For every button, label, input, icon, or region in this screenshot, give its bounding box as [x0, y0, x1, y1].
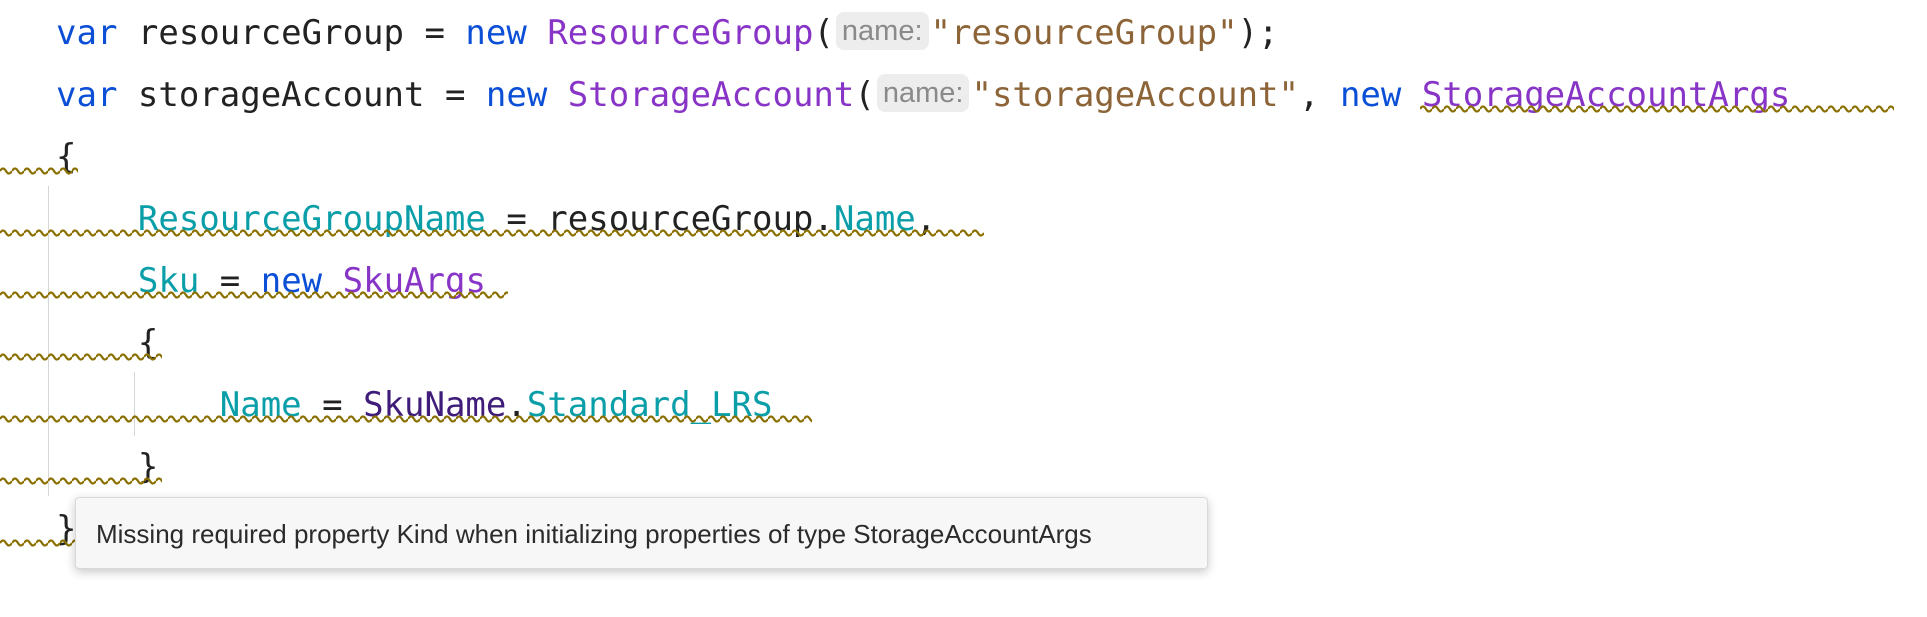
code-line[interactable]: {	[56, 312, 158, 374]
code-line[interactable]: {	[56, 126, 76, 188]
code-text-token: );	[1237, 13, 1279, 53]
code-text-token: (	[854, 75, 875, 115]
keyword-token: new	[465, 13, 527, 53]
warning-squiggle	[0, 414, 812, 424]
warning-squiggle	[0, 228, 984, 238]
warning-squiggle	[0, 166, 78, 176]
warning-squiggle	[0, 290, 508, 300]
code-line[interactable]: var resourceGroup = new ResourceGroup(na…	[56, 2, 1279, 64]
code-text-token: (	[813, 13, 834, 53]
warning-squiggle	[1420, 104, 1894, 114]
keyword-token: var	[56, 13, 118, 53]
keyword-token: var	[56, 75, 118, 115]
keyword-token: new	[485, 75, 548, 115]
code-line[interactable]: }	[56, 498, 76, 560]
code-text-token: resourceGroup =	[117, 13, 466, 53]
warning-squiggle	[0, 476, 162, 486]
code-text-token: storageAccount =	[117, 75, 486, 115]
class-name-token: ResourceGroup	[547, 13, 814, 53]
tooltip-message: Missing required property Kind when init…	[96, 519, 1092, 549]
warning-squiggle	[0, 352, 162, 362]
indent-guide	[134, 372, 135, 436]
keyword-token: new	[1339, 75, 1402, 115]
string-literal-token: "resourceGroup"	[930, 13, 1238, 53]
code-line[interactable]: ResourceGroupName = resourceGroup.Name,	[56, 188, 936, 250]
code-line[interactable]: }	[56, 436, 158, 498]
code-text-token: ,	[1298, 75, 1340, 115]
warning-tooltip: Missing required property Kind when init…	[75, 497, 1208, 569]
parameter-hint: name:	[835, 12, 929, 50]
code-line[interactable]: Name = SkuName.Standard_LRS	[56, 374, 773, 436]
parameter-hint: name:	[876, 74, 970, 112]
code-line[interactable]: var storageAccount = new StorageAccount(…	[56, 64, 1790, 126]
warning-squiggle	[0, 538, 78, 548]
class-name-token: StorageAccount	[567, 75, 855, 115]
code-line[interactable]: Sku = new SkuArgs	[56, 250, 486, 312]
string-literal-token: "storageAccount"	[971, 75, 1299, 115]
